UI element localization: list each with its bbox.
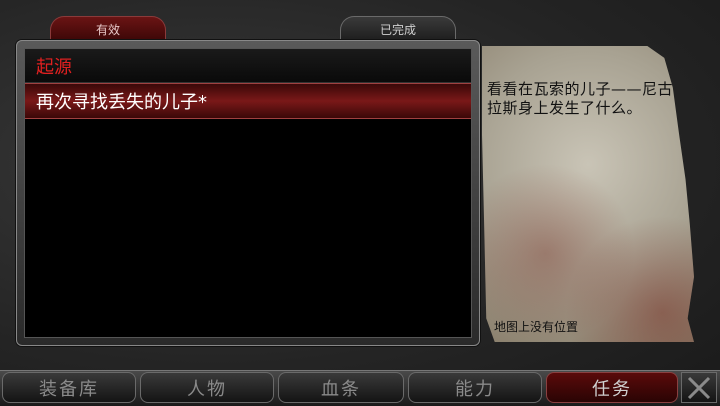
tab-completed-label: 已完成	[379, 23, 416, 37]
quest-list: 起源 再次寻找丢失的儿子*	[24, 48, 472, 338]
nav-inventory-button[interactable]: 装备库	[2, 372, 136, 403]
nav-health-button[interactable]: 血条	[278, 372, 404, 403]
quest-item-selected[interactable]: 再次寻找丢失的儿子*	[25, 83, 471, 119]
tab-active-label: 有效	[95, 23, 120, 37]
nav-health-label: 血条	[321, 378, 361, 400]
map-location-note: 地图上没有位置	[494, 320, 579, 334]
nav-skills-label: 能力	[455, 378, 495, 400]
tab-completed[interactable]: 已完成	[340, 16, 456, 42]
close-x-icon	[687, 376, 711, 399]
nav-character-label: 人物	[187, 378, 227, 400]
quest-item-label: 再次寻找丢失的儿子*	[36, 92, 207, 113]
quest-category-label: 起源	[36, 56, 72, 78]
nav-inventory-label: 装备库	[39, 378, 99, 400]
quest-category-header[interactable]: 起源	[25, 49, 471, 83]
nav-quests-label: 任务	[592, 378, 632, 400]
quest-list-frame: 起源 再次寻找丢失的儿子*	[16, 40, 480, 346]
quest-description: 看看在瓦索的儿子——尼古拉斯身上发生了什么。	[487, 80, 674, 117]
nav-skills-button[interactable]: 能力	[408, 372, 542, 403]
tab-active[interactable]: 有效	[50, 16, 166, 42]
nav-quests-button[interactable]: 任务	[546, 372, 678, 403]
nav-character-button[interactable]: 人物	[140, 372, 274, 403]
close-button[interactable]	[681, 372, 717, 403]
